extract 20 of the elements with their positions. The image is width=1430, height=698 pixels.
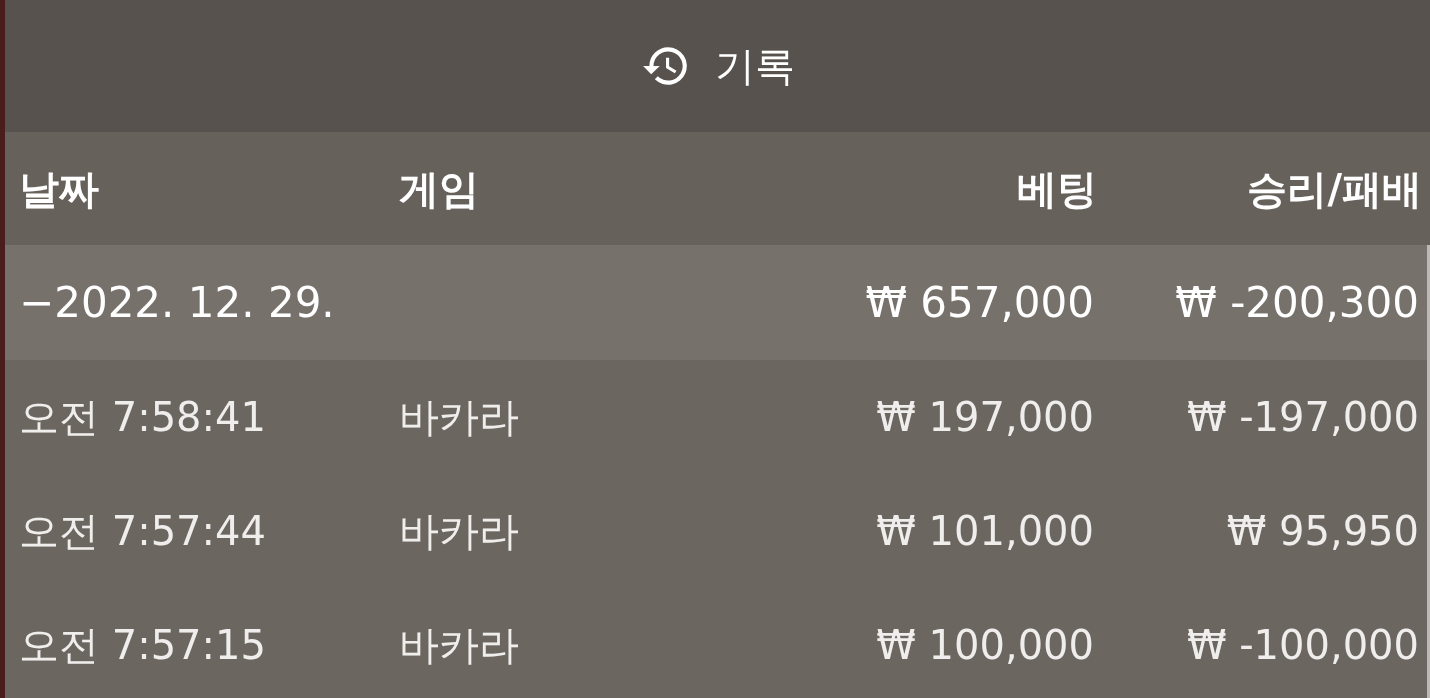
group-bet-total: ₩ 657,000: [865, 277, 1094, 329]
group-result-total: ₩ -200,300: [1175, 277, 1419, 329]
table-cell-text: ₩ -100,000: [1186, 621, 1419, 670]
table-cell-text: 오전 7:58:41: [19, 393, 266, 442]
table-cell-text: ₩ 101,000: [876, 507, 1094, 556]
table-cell-text: ₩ 100,000: [876, 621, 1094, 670]
column-header: 베팅: [1017, 164, 1097, 214]
window-title: 기록: [714, 42, 795, 91]
table-cell-text: ₩ 95,950: [1226, 507, 1419, 556]
column-header: 승리/패배: [1247, 164, 1422, 214]
table-cell-text: 바카라: [399, 393, 519, 442]
table-cell-text: 오전 7:57:44: [19, 507, 266, 556]
table-cell-text: ₩ -197,000: [1186, 393, 1419, 442]
column-header: 날짜: [19, 164, 99, 214]
table-cell-text: ₩ 197,000: [876, 393, 1094, 442]
table-cell-text: 바카라: [399, 621, 519, 670]
table-cell-text: 바카라: [399, 507, 519, 556]
group-date[interactable]: −2022. 12. 29.: [19, 271, 335, 334]
column-header: 게임: [399, 164, 479, 214]
table-cell-text: 오전 7:57:15: [19, 621, 266, 670]
